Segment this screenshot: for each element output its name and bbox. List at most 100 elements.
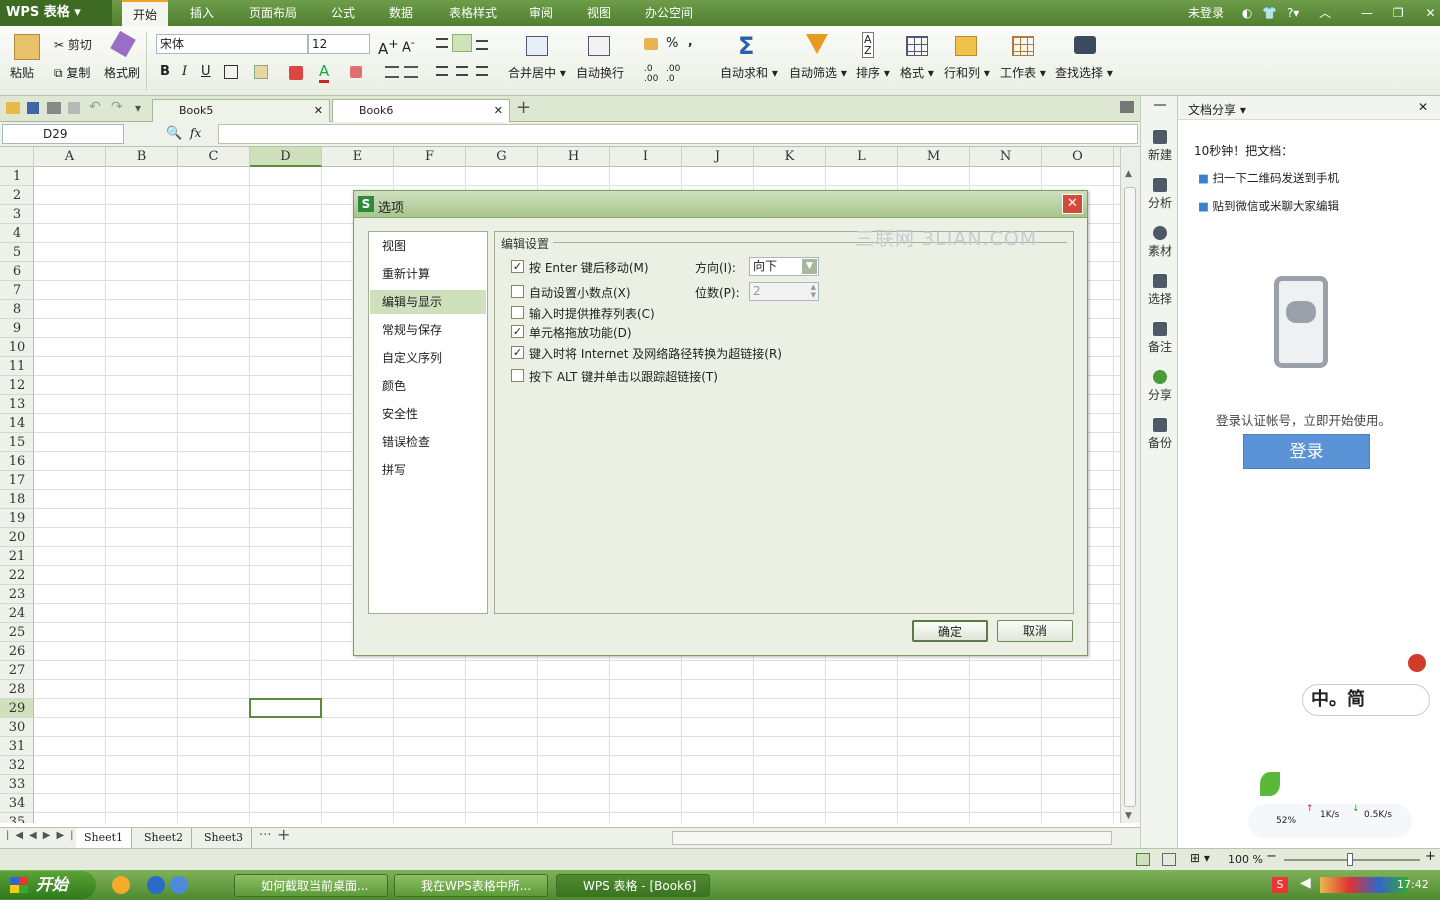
row-header-25[interactable]: 25 (0, 623, 33, 642)
sort-icon[interactable]: AZ (862, 32, 874, 58)
stepper-arrows-icon[interactable]: ▲ ▼ (811, 283, 816, 299)
quicklaunch-icon-1[interactable] (112, 876, 130, 894)
row-header-12[interactable]: 12 (0, 376, 33, 395)
shirt-icon[interactable]: 👕 (1262, 6, 1277, 20)
row-header-33[interactable]: 33 (0, 775, 33, 794)
row-col-icon[interactable] (955, 36, 977, 56)
row-header-21[interactable]: 21 (0, 547, 33, 566)
options-nav-item[interactable]: 视图 (370, 234, 486, 258)
app-menu-button[interactable]: WPS 表格 ▾ (0, 0, 112, 26)
autofilter-button[interactable]: 自动筛选 ▾ (789, 64, 847, 81)
row-header-30[interactable]: 30 (0, 718, 33, 737)
checkbox-unchecked[interactable] (511, 306, 524, 319)
row-header-13[interactable]: 13 (0, 395, 33, 414)
checkbox-checked[interactable]: ✓ (511, 325, 524, 338)
indent-increase-icon[interactable] (404, 66, 418, 78)
new-tab-icon[interactable]: + (516, 97, 531, 118)
active-cell[interactable] (249, 698, 322, 718)
help-icon[interactable]: ?▾ (1287, 6, 1299, 20)
close-tab-icon[interactable]: ✕ (494, 100, 503, 121)
row-header-11[interactable]: 11 (0, 357, 33, 376)
select-all-corner[interactable] (0, 147, 34, 167)
decrease-decimal-icon[interactable]: .00.0 (666, 64, 680, 84)
network-monitor-widget[interactable]: 52% ↑ 1K/s ↓ 0.5K/s (1248, 804, 1412, 838)
row-header-20[interactable]: 20 (0, 528, 33, 547)
quicklaunch-icon-3[interactable] (170, 876, 188, 894)
more-sheets-icon[interactable]: ··· (259, 828, 271, 843)
tab-data[interactable]: 数据 (380, 0, 422, 26)
tab-formula[interactable]: 公式 (322, 0, 364, 26)
tab-menu-icon[interactable] (1120, 101, 1134, 113)
row-header-19[interactable]: 19 (0, 509, 33, 528)
row-header-7[interactable]: 7 (0, 281, 33, 300)
sigma-icon[interactable]: Σ (738, 32, 754, 60)
find-select-button[interactable]: 查找选择 ▾ (1055, 64, 1113, 81)
dialog-close-icon[interactable]: ✕ (1062, 194, 1083, 214)
zoom-slider-thumb[interactable] (1347, 853, 1353, 866)
wrap-text-button[interactable]: 自动换行 (576, 64, 624, 81)
close-tab-icon[interactable]: ✕ (314, 100, 323, 121)
align-middle-icon[interactable] (452, 34, 472, 52)
row-header-23[interactable]: 23 (0, 585, 33, 604)
column-header-k[interactable]: K (754, 147, 826, 167)
zoom-formula-icon[interactable]: 🔍 (166, 126, 182, 141)
tray-icons[interactable] (1320, 877, 1408, 893)
align-top-icon[interactable] (436, 38, 448, 48)
taskbar-item-1[interactable]: 如何截取当前桌面... (234, 874, 388, 897)
column-header-a[interactable]: A (34, 147, 106, 167)
sheet-tab-3[interactable]: Sheet3 (196, 828, 252, 848)
side-note[interactable]: 备注 (1141, 322, 1179, 355)
align-left-icon[interactable] (436, 66, 448, 76)
checkbox-unchecked[interactable] (511, 369, 524, 382)
row-header-3[interactable]: 3 (0, 205, 33, 224)
quicklaunch-icon-2[interactable] (147, 876, 165, 894)
clear-format-icon[interactable] (350, 66, 362, 78)
tab-view[interactable]: 视图 (578, 0, 620, 26)
cut-button[interactable]: ✂ 剪切 (54, 36, 92, 53)
direction-select[interactable]: 向下 ▼ (749, 257, 819, 276)
row-header-4[interactable]: 4 (0, 224, 33, 243)
column-header-g[interactable]: G (466, 147, 538, 167)
cancel-button[interactable]: 取消 (997, 620, 1073, 642)
zoom-level[interactable]: 100 % (1228, 853, 1263, 866)
tray-expand-icon[interactable]: ◀ (1300, 875, 1311, 891)
restore-icon[interactable]: ❐ (1393, 6, 1404, 20)
save-icon[interactable] (27, 102, 39, 114)
column-header-j[interactable]: J (682, 147, 754, 167)
column-header-c[interactable]: C (178, 147, 250, 167)
options-nav-item[interactable]: 拼写 (370, 458, 486, 482)
binoculars-icon[interactable] (1074, 36, 1096, 54)
options-nav-item[interactable]: 自定义序列 (370, 346, 486, 370)
font-color-icon[interactable]: A (319, 62, 330, 83)
format-icon[interactable] (906, 36, 928, 56)
login-status[interactable]: 未登录 (1188, 6, 1224, 20)
column-header-d[interactable]: D (250, 147, 322, 167)
column-header-b[interactable]: B (106, 147, 178, 167)
align-center-icon[interactable] (456, 66, 468, 76)
row-header-34[interactable]: 34 (0, 794, 33, 813)
tab-home[interactable]: 开始 (122, 0, 168, 26)
side-backup[interactable]: 备份 (1141, 418, 1179, 451)
add-sheet-icon[interactable]: + (277, 825, 290, 844)
options-nav-item[interactable]: 安全性 (370, 402, 486, 426)
row-header-6[interactable]: 6 (0, 262, 33, 281)
row-header-32[interactable]: 32 (0, 756, 33, 775)
percent-button[interactable]: % (666, 36, 678, 51)
doc-tab-book6[interactable]: Book6 ✕ (332, 99, 510, 122)
sheet-tab-2[interactable]: Sheet2 (136, 828, 192, 848)
fx-button[interactable]: fx (190, 126, 201, 140)
side-analyze[interactable]: 分析 (1141, 178, 1179, 211)
checkbox-unchecked[interactable] (511, 285, 524, 298)
horizontal-scrollbar[interactable] (672, 831, 1112, 845)
formula-input[interactable] (218, 124, 1138, 144)
font-name-select[interactable]: 宋体 (156, 34, 308, 54)
merge-cells-icon[interactable] (254, 65, 268, 79)
pane-close-icon[interactable]: ✕ (1418, 100, 1428, 114)
underline-button[interactable]: U (201, 64, 211, 79)
row-header-8[interactable]: 8 (0, 300, 33, 319)
font-shrink-icon[interactable]: A- (402, 36, 415, 55)
options-nav-item[interactable]: 编辑与显示 (370, 290, 486, 314)
row-header-14[interactable]: 14 (0, 414, 33, 433)
zoom-in-icon[interactable]: + (1425, 849, 1436, 864)
tab-page-layout[interactable]: 页面布局 (240, 0, 306, 26)
